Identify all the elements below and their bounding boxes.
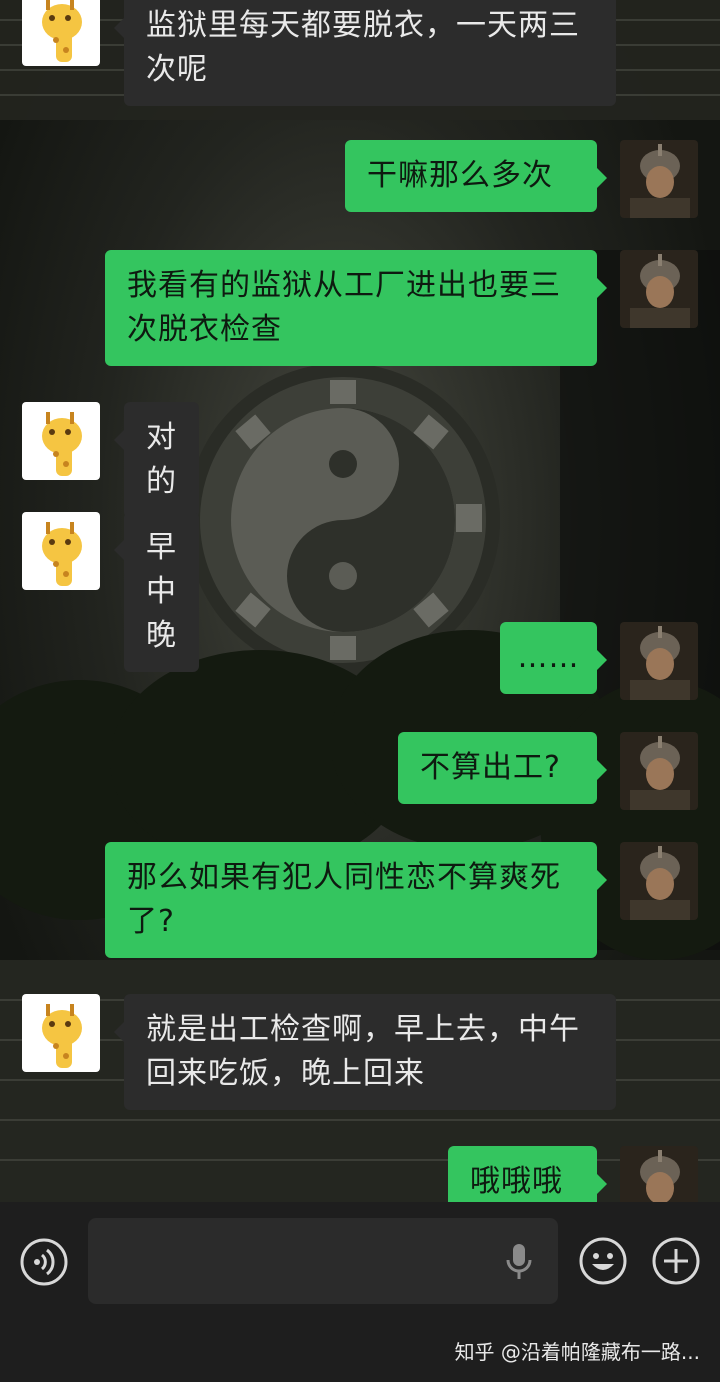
giraffe-avatar-icon xyxy=(22,994,100,1072)
watermark: 知乎 @沿着帕隆藏布一路... xyxy=(454,1340,700,1364)
message-bubble[interactable]: 就是出工检查啊，早上去，中午回来吃饭，晚上回来 xyxy=(114,994,616,1110)
message-input[interactable] xyxy=(88,1218,558,1304)
message-bubble[interactable]: 哦哦哦 xyxy=(448,1146,607,1202)
chat-input-bar xyxy=(0,1202,720,1320)
contact-avatar[interactable] xyxy=(22,402,100,480)
message-bubble[interactable]: …… xyxy=(500,622,607,694)
user-avatar[interactable] xyxy=(620,842,698,920)
user-avatar[interactable] xyxy=(620,622,698,700)
warrior-avatar-icon xyxy=(620,140,698,218)
voice-toggle-icon[interactable] xyxy=(20,1238,68,1290)
message-bubble[interactable]: 那么如果有犯人同性恋不算爽死了? xyxy=(105,842,607,958)
warrior-avatar-icon xyxy=(620,842,698,920)
message-bubble[interactable]: 我看有的监狱从工厂进出也要三次脱衣检查 xyxy=(105,250,607,366)
giraffe-avatar-icon xyxy=(22,512,100,590)
message-bubble[interactable]: 对的 xyxy=(114,402,199,518)
warrior-avatar-icon xyxy=(620,250,698,328)
emoji-icon[interactable] xyxy=(578,1236,628,1290)
warrior-avatar-icon xyxy=(620,622,698,700)
chat-background: 监狱里每天都要脱衣，一天两三次呢 干嘛那么多次 我看有的监狱从工厂进出也要三次脱… xyxy=(0,0,720,1202)
user-avatar[interactable] xyxy=(620,732,698,810)
warrior-avatar-icon xyxy=(620,732,698,810)
user-avatar[interactable] xyxy=(620,140,698,218)
message-bubble[interactable]: 监狱里每天都要脱衣，一天两三次呢 xyxy=(114,0,616,106)
plus-icon[interactable] xyxy=(651,1236,701,1290)
message-bubble[interactable]: 不算出工? xyxy=(398,732,607,804)
microphone-icon[interactable] xyxy=(504,1242,534,1286)
user-avatar[interactable] xyxy=(620,1146,698,1202)
user-avatar[interactable] xyxy=(620,250,698,328)
giraffe-avatar-icon xyxy=(22,402,100,480)
contact-avatar[interactable] xyxy=(22,512,100,590)
giraffe-avatar-icon xyxy=(22,0,100,66)
contact-avatar[interactable] xyxy=(22,994,100,1072)
footer: 知乎 @沿着帕隆藏布一路... xyxy=(0,1320,720,1382)
warrior-avatar-icon xyxy=(620,1146,698,1202)
message-bubble[interactable]: 早中晚 xyxy=(114,512,199,672)
contact-avatar[interactable] xyxy=(22,0,100,66)
message-bubble[interactable]: 干嘛那么多次 xyxy=(345,140,607,212)
